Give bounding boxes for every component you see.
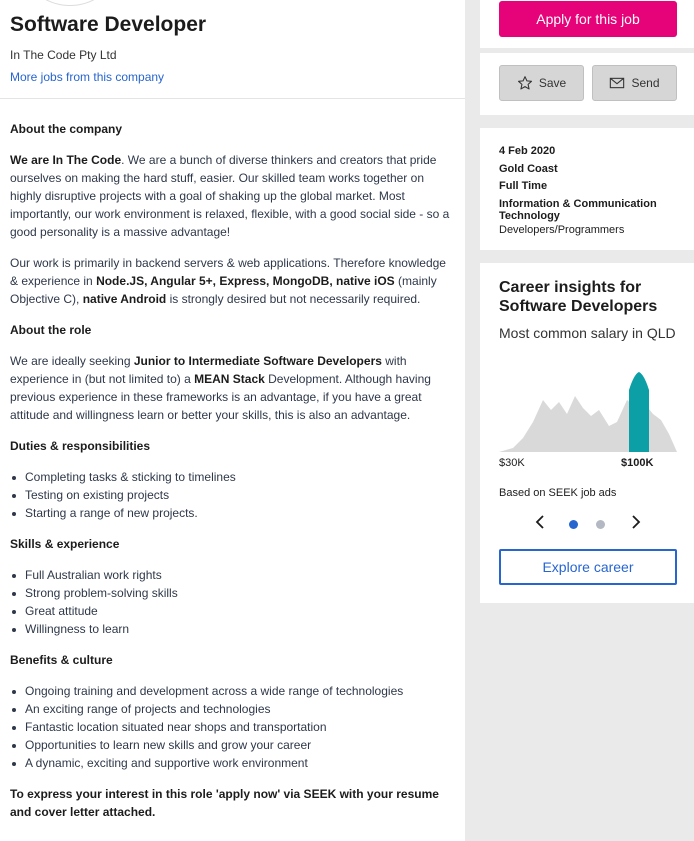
- chevron-right-icon: [632, 515, 641, 529]
- envelope-icon: [610, 77, 625, 89]
- salary-tick-low: $30K: [499, 457, 525, 469]
- role-paragraph: We are ideally seeking Junior to Interme…: [10, 354, 431, 422]
- based-on-note: Based on SEEK job ads: [499, 487, 617, 499]
- list-item: Starting a range of new projects.: [10, 504, 450, 522]
- carousel-next-button[interactable]: [630, 515, 642, 534]
- send-label: Send: [631, 76, 660, 90]
- list-item: Strong problem-solving skills: [10, 584, 450, 602]
- tech-paragraph: Our work is primarily in backend servers…: [10, 256, 446, 306]
- star-icon: [517, 76, 532, 90]
- insights-subtitle: Most common salary in QLD: [499, 325, 676, 341]
- listing-date: 4 Feb 2020: [499, 145, 556, 157]
- duties-list: Completing tasks & sticking to timelines…: [10, 468, 450, 522]
- about-role-heading: About the role: [10, 323, 92, 337]
- chevron-left-icon: [535, 515, 544, 529]
- benefits-heading: Benefits & culture: [10, 653, 113, 667]
- skills-list: Full Australian work rights Strong probl…: [10, 566, 450, 638]
- list-item: Full Australian work rights: [10, 566, 450, 584]
- carousel-dot-active[interactable]: [569, 520, 578, 529]
- duties-heading: Duties & responsibilities: [10, 439, 151, 453]
- insights-title: Career insights for Software Developers: [499, 279, 658, 315]
- job-location: Gold Coast: [499, 163, 558, 175]
- list-item: Fantastic location situated near shops a…: [10, 718, 450, 736]
- list-item: Testing on existing projects: [10, 486, 450, 504]
- send-button[interactable]: Send: [592, 65, 677, 101]
- carousel-dot[interactable]: [596, 520, 605, 529]
- list-item: Great attitude: [10, 602, 450, 620]
- company-logo: [30, 0, 110, 6]
- salary-tick-high: $100K: [621, 457, 654, 469]
- salary-distribution-area: [499, 396, 677, 452]
- divider: [0, 98, 465, 99]
- company-name: In The Code Pty Ltd: [10, 48, 117, 62]
- list-item: Ongoing training and development across …: [10, 682, 450, 700]
- about-company-paragraph: We are In The Code. We are a bunch of di…: [10, 153, 450, 239]
- list-item: An exciting range of projects and techno…: [10, 700, 450, 718]
- list-item: Opportunities to learn new skills and gr…: [10, 736, 450, 754]
- about-company-heading: About the company: [10, 122, 123, 136]
- save-button[interactable]: Save: [499, 65, 584, 101]
- carousel-prev-button[interactable]: [534, 515, 546, 534]
- salary-highlight-bar: [629, 372, 649, 452]
- save-label: Save: [538, 76, 567, 90]
- skills-heading: Skills & experience: [10, 537, 120, 551]
- subclassification: Developers/Programmers: [499, 224, 625, 236]
- list-item: Willingness to learn: [10, 620, 450, 638]
- job-description: About the company We are In The Code. We…: [10, 120, 450, 834]
- apply-button[interactable]: Apply for this job: [499, 1, 677, 37]
- job-title: Software Developer: [10, 13, 207, 36]
- more-jobs-link[interactable]: More jobs from this company: [10, 70, 164, 84]
- closing-statement: To express your interest in this role 'a…: [10, 787, 439, 819]
- work-type: Full Time: [499, 180, 548, 192]
- benefits-list: Ongoing training and development across …: [10, 682, 450, 772]
- explore-career-button[interactable]: Explore career: [499, 549, 677, 585]
- salary-distribution-chart: [499, 372, 677, 452]
- list-item: A dynamic, exciting and supportive work …: [10, 754, 450, 772]
- classification: Information & Communication Technology: [499, 198, 657, 222]
- list-item: Completing tasks & sticking to timelines: [10, 468, 450, 486]
- job-details-panel: Software Developer In The Code Pty Ltd M…: [0, 0, 465, 841]
